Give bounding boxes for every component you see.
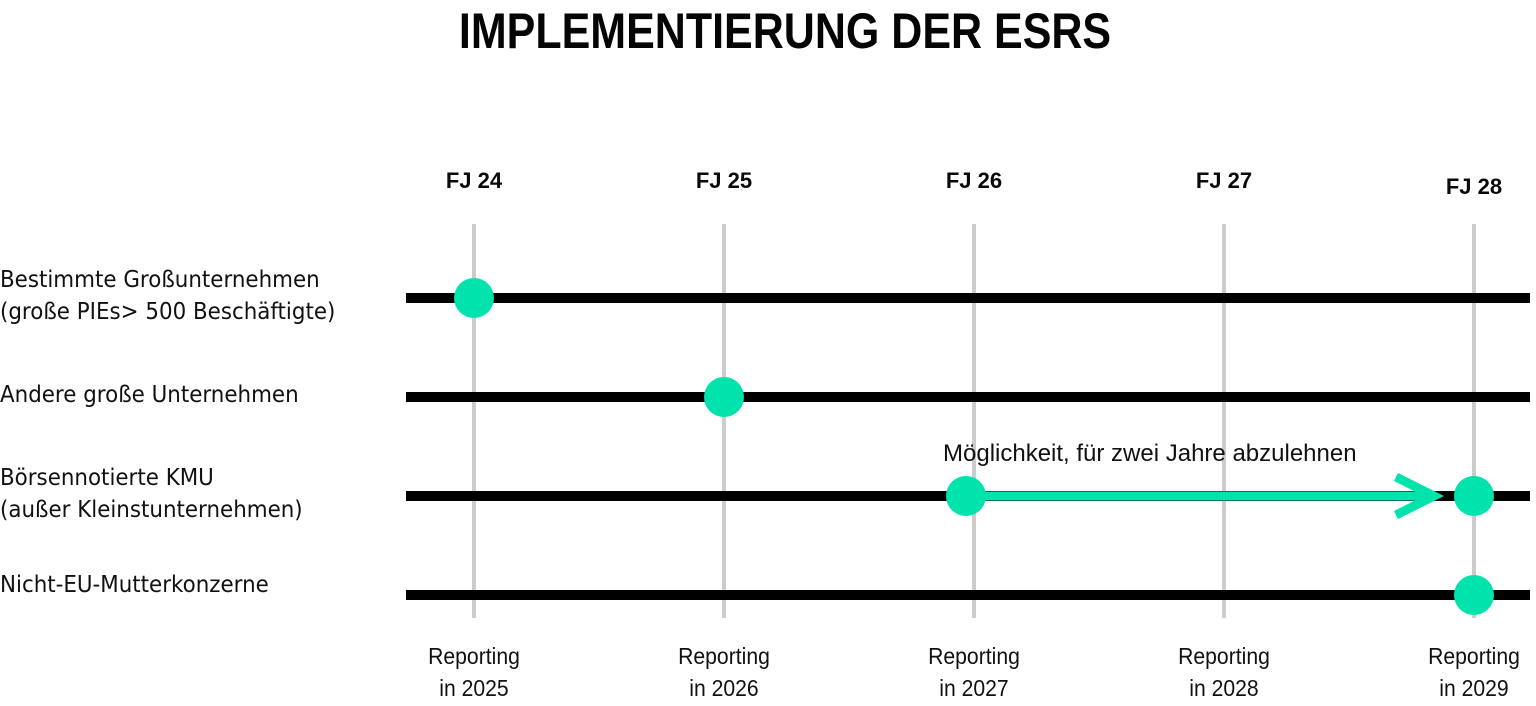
- start-marker-row-4: [1454, 575, 1494, 615]
- footer-line1: Reporting: [928, 643, 1020, 669]
- footer-line2: in 2026: [689, 675, 759, 701]
- row-label-listed-sme: Börsennotierte KMU (außer Kleinstunterne…: [0, 462, 303, 526]
- row-label-other-large: Andere große Unternehmen: [0, 379, 299, 411]
- start-marker-row-1: [454, 278, 494, 318]
- row-label-line1: Nicht-EU-Mutterkonzerne: [0, 572, 269, 598]
- row-label-line1: Bestimmte Großunternehmen: [0, 267, 320, 293]
- row-label-line2: (außer Kleinstunternehmen): [0, 497, 303, 523]
- row-label-line1: Andere große Unternehmen: [0, 382, 299, 408]
- optional-start-marker-row-3: [1454, 476, 1494, 516]
- footer-reporting-2025: Reporting in 2025: [400, 640, 547, 704]
- footer-line2: in 2025: [439, 675, 509, 701]
- footer-reporting-2029: Reporting in 2029: [1400, 640, 1536, 704]
- footer-line1: Reporting: [1178, 643, 1270, 669]
- footer-line2: in 2027: [939, 675, 1009, 701]
- start-marker-row-3: [946, 476, 986, 516]
- opt-out-annotation: Möglichkeit, für zwei Jahre abzulehnen: [943, 440, 1357, 467]
- row-label-line2: (große PIEs> 500 Beschäftigte): [0, 299, 336, 325]
- footer-reporting-2027: Reporting in 2027: [900, 640, 1047, 704]
- start-marker-row-2: [704, 377, 744, 417]
- footer-reporting-2026: Reporting in 2026: [650, 640, 797, 704]
- footer-line1: Reporting: [1428, 643, 1520, 669]
- footer-line2: in 2028: [1189, 675, 1259, 701]
- footer-line1: Reporting: [678, 643, 770, 669]
- footer-line2: in 2029: [1439, 675, 1509, 701]
- footer-line1: Reporting: [428, 643, 520, 669]
- row-label-large-pies: Bestimmte Großunternehmen (große PIEs> 5…: [0, 264, 335, 328]
- row-label-non-eu-parents: Nicht-EU-Mutterkonzerne: [0, 569, 269, 601]
- row-label-line1: Börsennotierte KMU: [0, 465, 214, 491]
- footer-reporting-2028: Reporting in 2028: [1150, 640, 1297, 704]
